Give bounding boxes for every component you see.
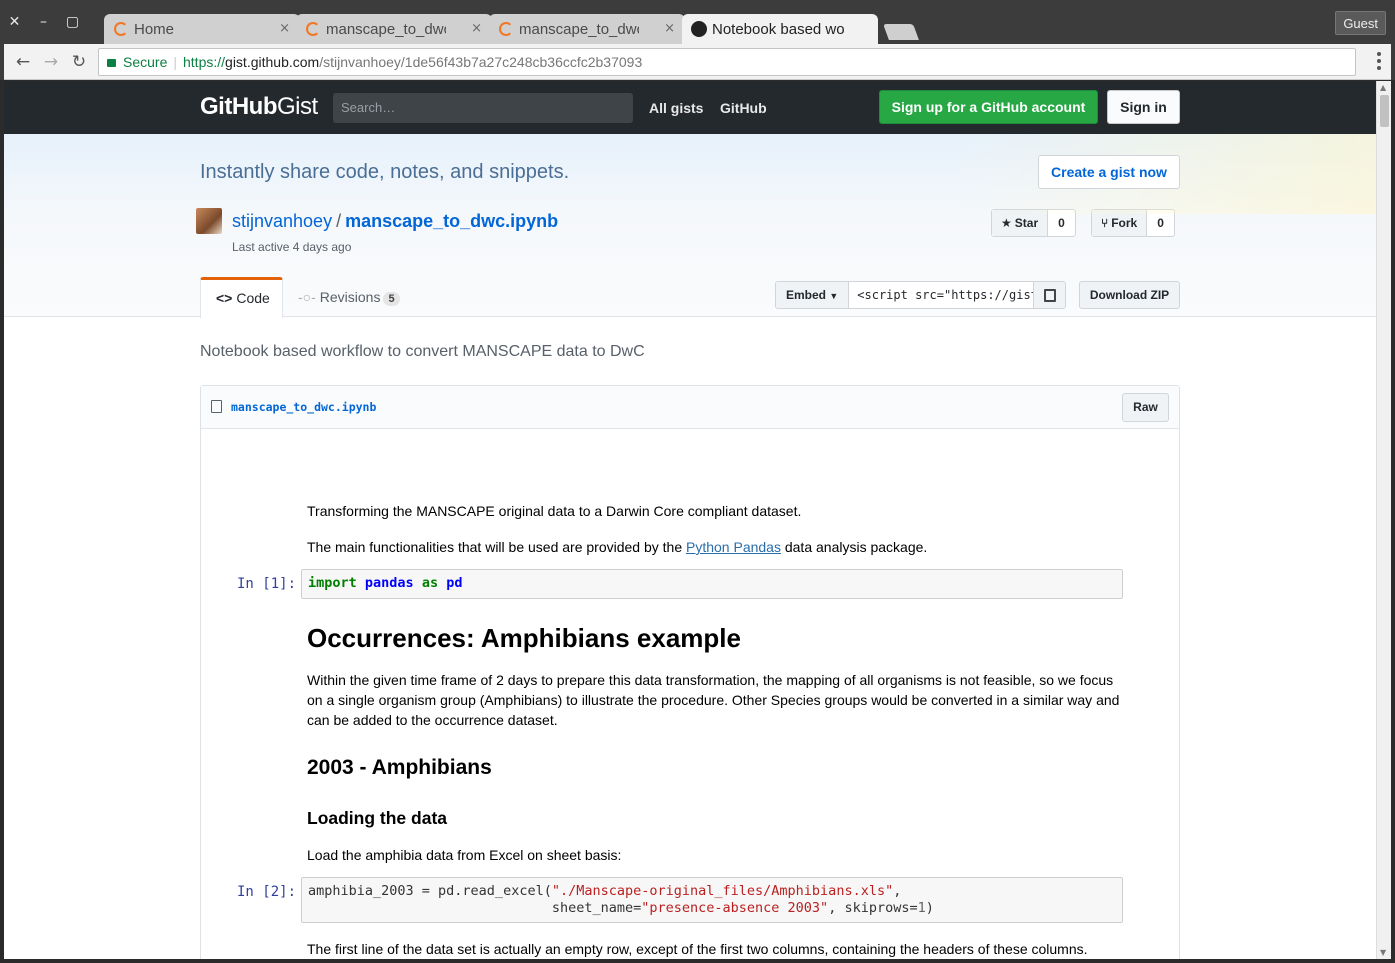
gist-title: stijnvanhoey / manscape_to_dwc.ipynb xyxy=(232,211,559,231)
web-page: GitHubGist Search… All gists GitHub Sign… xyxy=(4,81,1376,959)
back-button[interactable]: ← xyxy=(12,51,34,73)
jupyter-icon xyxy=(306,22,320,36)
markdown-intro: Transforming the MANSCAPE original data … xyxy=(307,503,802,519)
clipboard-icon xyxy=(1044,289,1057,302)
embed-widget: Embed ▼ <script src="https://gist xyxy=(775,281,1067,309)
python-pandas-link[interactable]: Python Pandas xyxy=(686,539,781,555)
close-tab-icon[interactable]: × xyxy=(279,21,290,36)
code-icon: <> xyxy=(216,290,233,306)
github-link[interactable]: GitHub xyxy=(720,100,767,116)
github-gist-logo[interactable]: GitHubGist xyxy=(200,93,318,121)
markdown-pandas: The main functionalities that will be us… xyxy=(307,539,928,555)
window-maximize-button[interactable]: ▢ xyxy=(58,0,87,44)
tab-strip: Home × manscape_to_dwc × manscape_to_dwc… xyxy=(104,14,924,44)
heading-2003: 2003 - Amphibians xyxy=(307,756,492,779)
url-path: /stijnvanhoey/1de56f43b7a27c248cb36ccfc2… xyxy=(319,54,643,70)
jupyter-icon xyxy=(499,22,513,36)
create-gist-button[interactable]: Create a gist now xyxy=(1038,155,1180,189)
heading-occurrences: Occurrences: Amphibians example xyxy=(307,623,741,653)
fork-widget: ⑂ Fork 0 xyxy=(1091,209,1175,237)
reload-button[interactable]: ↻ xyxy=(68,51,90,73)
all-gists-link[interactable]: All gists xyxy=(649,100,703,116)
revisions-counter: 5 xyxy=(383,292,400,306)
scroll-down-icon[interactable]: ▼ xyxy=(1380,948,1386,957)
window-controls: ✕ – ▢ xyxy=(0,0,87,44)
file-code-icon xyxy=(211,400,222,413)
download-zip-button[interactable]: Download ZIP xyxy=(1079,281,1180,309)
raw-button[interactable]: Raw xyxy=(1122,393,1169,422)
url-host: gist.github.com xyxy=(225,54,320,70)
signin-button[interactable]: Sign in xyxy=(1107,90,1180,124)
owner-link[interactable]: stijnvanhoey xyxy=(232,211,332,231)
gist-header: GitHubGist Search… All gists GitHub Sign… xyxy=(4,81,1376,134)
window-minimize-button[interactable]: – xyxy=(29,0,58,44)
tab-revisions[interactable]: -○- Revisions 5 xyxy=(298,289,400,306)
forward-button[interactable]: → xyxy=(40,51,62,73)
page-scrollbar[interactable]: ▲ ▼ xyxy=(1376,81,1391,959)
secure-label: Secure xyxy=(123,54,168,70)
jupyter-icon xyxy=(114,22,128,36)
browser-menu-icon[interactable] xyxy=(1377,52,1381,70)
url-scheme: https:// xyxy=(183,54,226,70)
code-cell[interactable]: import pandas as pd xyxy=(301,569,1123,599)
browser-chrome: ✕ – ▢ Home × manscape_to_dwc × manscape_… xyxy=(0,0,1395,80)
caret-down-icon: ▼ xyxy=(829,291,839,301)
embed-select[interactable]: Embed ▼ xyxy=(776,282,850,308)
gist-description: Notebook based workflow to convert MANSC… xyxy=(200,343,645,360)
lock-icon xyxy=(107,59,116,67)
close-tab-icon[interactable]: × xyxy=(471,21,482,36)
code-cell[interactable]: amphibia_2003 = pd.read_excel("./Manscap… xyxy=(301,877,1123,923)
markdown-first-line: The first line of the data set is actual… xyxy=(307,941,1088,957)
search-input[interactable]: Search… xyxy=(333,93,633,123)
star-count[interactable]: 0 xyxy=(1048,210,1075,236)
fork-icon: ⑂ xyxy=(1101,216,1109,230)
fork-button[interactable]: ⑂ Fork xyxy=(1092,210,1148,236)
revisions-icon: -○- xyxy=(298,289,316,305)
tab-code[interactable]: <> Code xyxy=(200,277,283,318)
tagline: Instantly share code, notes, and snippet… xyxy=(200,161,570,183)
browser-tab-gist[interactable]: Notebook based wo xyxy=(682,14,878,44)
heading-loading: Loading the data xyxy=(307,808,447,828)
signup-button[interactable]: Sign up for a GitHub account xyxy=(879,90,1098,124)
markdown-load: Load the amphibia data from Excel on she… xyxy=(307,847,622,863)
clipboard-copy-button[interactable] xyxy=(1033,282,1066,308)
github-icon xyxy=(691,21,707,37)
gist-name-link[interactable]: manscape_to_dwc.ipynb xyxy=(345,211,558,231)
window-close-button[interactable]: ✕ xyxy=(0,0,29,44)
address-bar[interactable]: Secure | https://gist.github.com/stijnvanh… xyxy=(98,48,1356,76)
scroll-up-icon[interactable]: ▲ xyxy=(1380,83,1386,92)
embed-url-input[interactable]: <script src="https://gist xyxy=(849,282,1033,308)
tab-title: Notebook based wo xyxy=(712,20,845,38)
markdown-scope: Within the given time frame of 2 days to… xyxy=(307,672,1120,728)
browser-tab-home[interactable]: Home × xyxy=(104,14,300,44)
file-header: manscape_to_dwc.ipynb Raw xyxy=(201,386,1179,429)
star-button[interactable]: ★ Star xyxy=(992,210,1049,236)
fork-count[interactable]: 0 xyxy=(1147,210,1174,236)
tab-title: manscape_to_dwc xyxy=(326,20,446,38)
guest-profile-button[interactable]: Guest xyxy=(1335,11,1386,35)
scrollbar-thumb[interactable] xyxy=(1380,95,1389,127)
tab-title: Home xyxy=(134,20,175,38)
close-tab-icon[interactable]: × xyxy=(664,21,675,36)
tab-title: manscape_to_dwc xyxy=(519,20,639,38)
star-widget: ★ Star 0 xyxy=(991,209,1076,237)
browser-tab-notebook-2[interactable]: manscape_to_dwc × xyxy=(489,14,685,44)
file-name-link[interactable]: manscape_to_dwc.ipynb xyxy=(231,400,376,414)
last-active: Last active 4 days ago xyxy=(232,240,352,254)
star-icon: ★ xyxy=(1001,216,1012,230)
browser-tab-notebook-1[interactable]: manscape_to_dwc × xyxy=(296,14,492,44)
browser-toolbar: ← → ↻ Secure | https://gist.github.com/sti… xyxy=(4,44,1391,80)
input-prompt: In [1]: xyxy=(237,576,297,592)
gist-banner: Instantly share code, notes, and snippet… xyxy=(4,134,1376,318)
avatar[interactable] xyxy=(196,208,222,234)
new-tab-button[interactable] xyxy=(883,24,919,40)
file-box: manscape_to_dwc.ipynb Raw Transforming t… xyxy=(200,385,1180,959)
input-prompt: In [2]: xyxy=(237,884,297,900)
